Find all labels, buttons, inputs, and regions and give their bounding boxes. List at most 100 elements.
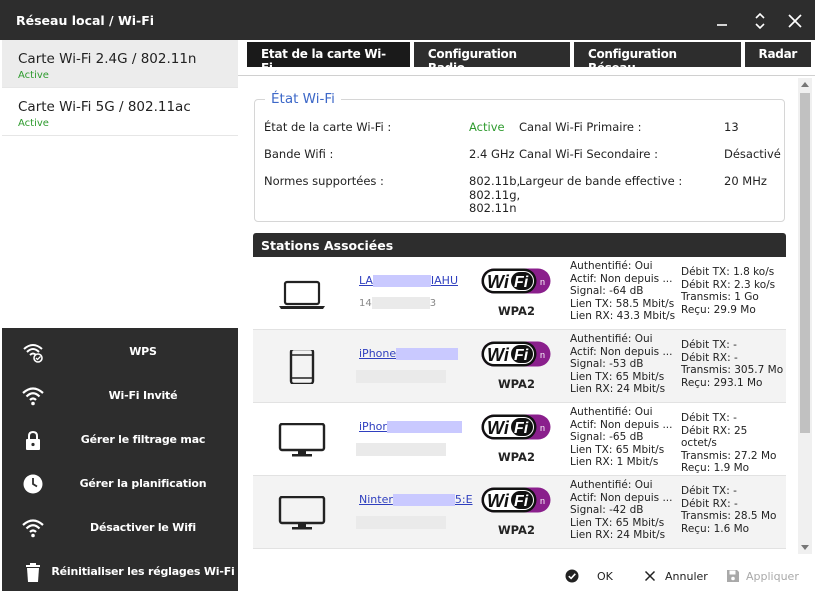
station-name-start: LA	[359, 274, 373, 287]
maximize-button[interactable]	[749, 10, 771, 32]
station-row[interactable]: LA IAHU 14 3 Wi Fi n WPA2 Authentifié: Oui…	[253, 257, 786, 330]
station-row[interactable]: Ninter 5:E Wi Fi n WPA2 Authentifié: Oui …	[253, 476, 786, 549]
scroll-down-icon[interactable]	[801, 545, 809, 550]
wifi-card-2g[interactable]: Carte Wi-Fi 2.4G / 802.11n Active	[2, 40, 238, 88]
station-name[interactable]: iPhone	[359, 347, 459, 360]
scroll-up-icon[interactable]	[801, 82, 809, 87]
svg-text:Wi: Wi	[487, 491, 510, 511]
etat-wifi-legend: État Wi-Fi	[271, 91, 335, 107]
action-label: Gérer la planification	[79, 477, 207, 490]
auth: Authentifié: Oui	[570, 333, 653, 345]
debit-tx: Débit TX: -	[681, 339, 737, 351]
card-name: Carte Wi-Fi 2.4G / 802.11n	[18, 51, 197, 67]
close-icon	[788, 14, 802, 28]
monitor-icon	[278, 423, 326, 457]
redacted-name	[392, 494, 455, 506]
ok-button[interactable]: OK	[565, 569, 613, 583]
lien-tx: Lien TX: 65 Mbit/s	[570, 370, 665, 383]
recu: Reçu: 1.6 Mo	[681, 522, 750, 535]
station-ip: 14 3	[359, 297, 436, 309]
debit-tx: Débit TX: 1.8 ko/s	[681, 266, 775, 278]
svg-text:Wi: Wi	[487, 272, 510, 292]
canal-primaire-value: 13	[724, 120, 739, 134]
actif: Actif: Non depuis ...	[570, 345, 673, 358]
ok-label: OK	[597, 569, 613, 583]
scroll-thumb[interactable]	[800, 93, 810, 433]
debit-tx: Débit TX: -	[681, 485, 737, 497]
mac-filter-button[interactable]: Gérer le filtrage mac	[2, 418, 238, 462]
station-name[interactable]: Ninter 5:E	[359, 493, 473, 506]
station-stats: Débit TX: - Débit RX: - Transmis: 28.5 M…	[681, 485, 776, 535]
check-circle-icon	[565, 569, 579, 583]
norme-item: 802.11b,	[469, 174, 521, 188]
redacted-name	[386, 421, 462, 433]
lien-rx: Lien RX: 1 Mbit/s	[570, 456, 659, 469]
station-row[interactable]: iPhone Wi Fi n WPA2 Authentifié: Oui Act…	[253, 330, 786, 403]
station-name[interactable]: iPhor	[359, 420, 462, 433]
tab-radar[interactable]: Radar	[744, 42, 811, 67]
debit-rx: Débit RX: -	[681, 497, 738, 510]
title-bar: Réseau local / Wi-Fi	[0, 0, 815, 40]
disable-wifi-button[interactable]: Désactiver le Wifi	[2, 506, 238, 550]
reset-wifi-button[interactable]: Réinitialiser les réglages Wi-Fi	[2, 550, 238, 594]
redacted-ip	[356, 370, 446, 383]
cancel-label: Annuler	[665, 569, 708, 583]
close-button[interactable]	[784, 10, 806, 32]
station-row[interactable]: iPhor Wi Fi n WPA2 Authentifié: Oui Acti…	[253, 403, 786, 476]
redacted-name	[372, 275, 431, 287]
bande-value: 2.4 GHz	[469, 147, 515, 161]
largeur-value: 20 MHz	[724, 174, 767, 188]
clock-icon	[23, 474, 43, 494]
action-label: Gérer le filtrage mac	[80, 433, 206, 446]
wps-button[interactable]: WPS	[2, 330, 238, 374]
card-status: Active	[18, 118, 49, 129]
tab-etat-carte[interactable]: Etat de la carte Wi-Fi	[247, 42, 410, 75]
etat-carte-value: Active	[469, 120, 505, 134]
actif: Actif: Non depuis ...	[570, 272, 673, 285]
minimize-button[interactable]	[711, 10, 733, 32]
station-name-end: IAHU	[430, 274, 458, 287]
expand-icon	[755, 12, 765, 30]
wifi-card-5g[interactable]: Carte Wi-Fi 5G / 802.11ac Active	[2, 88, 238, 136]
wifi-logo-icon: Wi Fi n	[481, 414, 551, 440]
tab-configuration-radio[interactable]: Configuration Radio	[413, 42, 570, 75]
security-label: WPA2	[498, 450, 535, 464]
apply-button[interactable]: Appliquer	[726, 569, 799, 583]
footer-bar: OK Annuler Appliquer	[238, 555, 815, 591]
action-label: WPS	[129, 345, 157, 358]
cancel-button[interactable]: Annuler	[643, 569, 708, 583]
station-name-start: iPhor	[359, 420, 387, 433]
stations-header: Stations Associées	[253, 233, 786, 257]
debit-rx: Débit RX: 25 octet/s	[681, 424, 748, 450]
vertical-scrollbar[interactable]	[798, 78, 812, 554]
transmis: Transmis: 27.2 Mo	[681, 449, 777, 462]
recu: Reçu: 1.9 Mo	[681, 462, 750, 475]
action-label: Désactiver le Wifi	[90, 521, 196, 534]
action-label: Réinitialiser les réglages Wi-Fi	[51, 565, 235, 578]
etat-carte-label: État de la carte Wi-Fi :	[264, 120, 392, 134]
station-info: Authentifié: Oui Actif: Non depuis ... S…	[570, 260, 675, 323]
action-label: Wi-Fi Invité	[108, 389, 178, 402]
wifi-guest-button[interactable]: Wi-Fi Invité	[2, 374, 238, 418]
monitor-icon	[278, 496, 326, 530]
recu: Reçu: 293.1 Mo	[681, 376, 763, 389]
schedule-button[interactable]: Gérer la planification	[2, 462, 238, 506]
close-icon	[644, 570, 656, 582]
card-name: Carte Wi-Fi 5G / 802.11ac	[18, 99, 191, 115]
auth: Authentifié: Oui	[570, 479, 653, 491]
tab-configuration-reseau[interactable]: Configuration Réseau	[573, 42, 741, 75]
station-name[interactable]: LA IAHU	[359, 274, 458, 287]
stations-list: LA IAHU 14 3 Wi Fi n WPA2 Authentifié: Oui…	[253, 257, 786, 555]
recu: Reçu: 29.9 Mo	[681, 303, 756, 316]
signal: Signal: -53 dB	[570, 358, 644, 371]
tab-bar: Etat de la carte Wi-Fi Configuration Rad…	[247, 42, 815, 75]
lien-tx: Lien TX: 65 Mbit/s	[570, 443, 665, 456]
normes-label: Normes supportées :	[264, 174, 384, 188]
trash-icon	[26, 563, 40, 582]
redacted-ip	[371, 297, 430, 309]
redacted-name	[396, 348, 459, 360]
actif: Actif: Non depuis ...	[570, 418, 673, 431]
lien-rx: Lien RX: 43.3 Mbit/s	[570, 310, 676, 323]
wifi-guest-icon	[22, 387, 44, 406]
station-info: Authentifié: Oui Actif: Non depuis ... S…	[570, 406, 672, 469]
